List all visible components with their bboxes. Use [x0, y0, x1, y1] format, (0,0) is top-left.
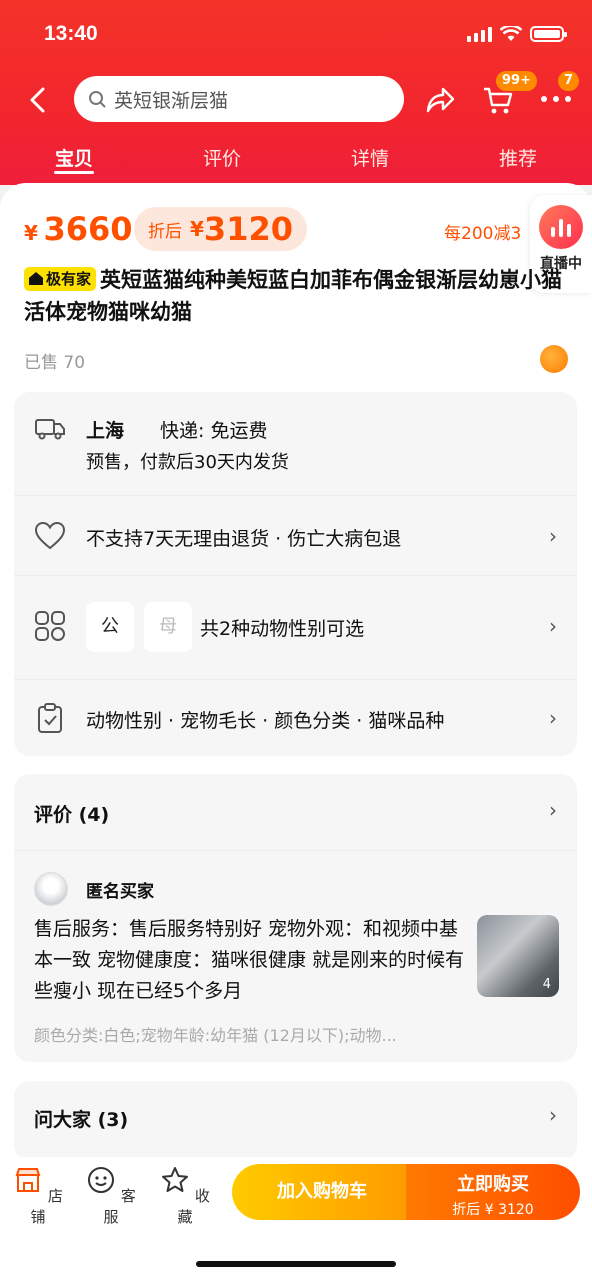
- divider: [14, 850, 577, 851]
- ship-fee: 快递: 免运费: [160, 420, 268, 442]
- currency-symbol: ¥: [190, 217, 204, 241]
- tab-reviews[interactable]: 评价: [148, 132, 296, 180]
- price-value: 3660: [43, 210, 133, 248]
- wifi-icon: [500, 26, 522, 41]
- signal-icon: [467, 26, 492, 42]
- reviews-card[interactable]: 评价 (4) › 匿名买家 售后服务：售后服务特别好 宠物外观：和视频中基本一致…: [14, 774, 577, 1062]
- service-button[interactable]: 客服: [81, 1165, 141, 1227]
- info-card: 上海 快递: 免运费 预售，付款后30天内发货 不支持7天无理由退货 · 伤亡大…: [14, 392, 577, 756]
- buy-now-label: 立即购买: [457, 1174, 529, 1195]
- product-title: 英短蓝猫纯种美短蓝白加菲布偶金银渐层幼崽小猫活体宠物猫咪幼猫: [24, 268, 563, 324]
- search-placeholder: 英短银渐层猫: [114, 89, 229, 112]
- review-image[interactable]: 4: [477, 915, 559, 997]
- add-to-cart-button[interactable]: 加入购物车: [232, 1164, 412, 1220]
- more-badge: 7: [558, 71, 580, 91]
- cart-badge: 99+: [496, 71, 537, 91]
- qa-card[interactable]: 问大家 (3) ›: [14, 1081, 577, 1161]
- live-icon: [539, 205, 583, 249]
- product-title-block: 极有家 英短蓝猫纯种美短蓝白加菲布偶金银渐层幼崽小猫活体宠物猫咪幼猫: [24, 264, 569, 328]
- nav-row: 英短银渐层猫 99+ 7: [0, 71, 592, 125]
- tab-item[interactable]: 宝贝: [0, 132, 148, 180]
- heart-icon: [34, 521, 66, 550]
- shop-button[interactable]: 店铺: [8, 1165, 68, 1227]
- gender-options-text: 共2种动物性别可选: [200, 618, 365, 640]
- price: ¥ 3660: [24, 210, 133, 248]
- truck-icon: [35, 419, 65, 440]
- share-icon[interactable]: [424, 85, 456, 115]
- shipping-row[interactable]: 上海 快递: 免运费 预售，付款后30天内发货: [14, 392, 577, 496]
- price-row: ¥ 3660 折后 ¥ 3120 每200减3: [24, 207, 584, 251]
- brand-tag-label: 极有家: [46, 269, 92, 288]
- review-image-count: 4: [542, 977, 551, 992]
- back-icon[interactable]: [24, 85, 54, 115]
- avatar: [34, 872, 68, 906]
- qa-header[interactable]: 问大家 (3): [34, 1105, 128, 1132]
- gender-chip-male[interactable]: 公: [86, 602, 134, 652]
- currency-symbol: ¥: [24, 221, 38, 245]
- more-icon[interactable]: [540, 95, 572, 103]
- mascot-icon[interactable]: [540, 345, 568, 373]
- specs-text: 动物性别 · 宠物毛长 · 颜色分类 · 猫咪品种: [86, 710, 445, 732]
- chevron-right-icon: ›: [549, 1103, 557, 1127]
- ship-location: 上海: [86, 420, 125, 442]
- specs-row[interactable]: 动物性别 · 宠物毛长 · 颜色分类 · 猫咪品种 ›: [14, 680, 577, 756]
- discount-price: 3120: [203, 210, 293, 248]
- favorite-button[interactable]: 收藏: [155, 1165, 215, 1227]
- review-text: 售后服务：售后服务特别好 宠物外观：和视频中基本一致 宠物健康度：猫咪很健康 就…: [34, 918, 465, 1002]
- status-icons: [467, 26, 567, 42]
- shop-icon: [15, 1168, 41, 1192]
- returns-row[interactable]: 不支持7天无理由退货 · 伤亡大病包退 ›: [14, 496, 577, 576]
- home-indicator[interactable]: [196, 1261, 396, 1267]
- presale-text: 预售，付款后30天内发货: [86, 452, 289, 473]
- buyer-name: 匿名买家: [86, 882, 154, 902]
- clipboard-check-icon: [38, 703, 62, 733]
- chevron-right-icon: ›: [549, 614, 557, 638]
- status-bar: 13:40: [0, 20, 592, 52]
- buy-now-button[interactable]: 立即购买 折后 ¥ 3120: [406, 1164, 580, 1220]
- brand-tag: 极有家: [24, 266, 97, 291]
- discount-label: 折后: [148, 221, 182, 242]
- tab-recommend[interactable]: 推荐: [444, 132, 592, 180]
- reviews-header[interactable]: 评价 (4): [34, 800, 109, 827]
- discount-price-pill: 折后 ¥ 3120: [134, 207, 307, 251]
- options-grid-icon: [35, 611, 65, 641]
- search-icon: [89, 91, 106, 108]
- sold-count: 已售 70: [24, 353, 86, 373]
- chevron-right-icon: ›: [549, 524, 557, 548]
- chevron-right-icon: ›: [549, 798, 557, 822]
- promo-text[interactable]: 每200减3: [444, 219, 521, 244]
- status-time: 13:40: [44, 22, 98, 45]
- battery-icon: [530, 26, 567, 42]
- home-icon: [29, 272, 43, 285]
- review-meta: 颜色分类:白色;宠物年龄:幼年猫 (12月以下);动物...: [34, 1026, 397, 1045]
- header: 13:40 英短银渐层猫 99+ 7 宝贝 评价 详情 推荐: [0, 0, 592, 185]
- tab-details[interactable]: 详情: [296, 132, 444, 180]
- gender-chip-female[interactable]: 母: [144, 602, 192, 652]
- returns-text: 不支持7天无理由退货 · 伤亡大病包退: [86, 528, 402, 550]
- tab-bar: 宝贝 评价 详情 推荐: [0, 132, 592, 180]
- star-icon: [162, 1167, 189, 1192]
- buy-now-sub: 折后 ¥ 3120: [452, 1202, 534, 1218]
- gender-row[interactable]: 公 母 共2种动物性别可选 ›: [14, 576, 577, 680]
- chevron-right-icon: ›: [549, 706, 557, 730]
- chat-face-icon: [88, 1167, 115, 1193]
- search-input[interactable]: 英短银渐层猫: [74, 76, 404, 122]
